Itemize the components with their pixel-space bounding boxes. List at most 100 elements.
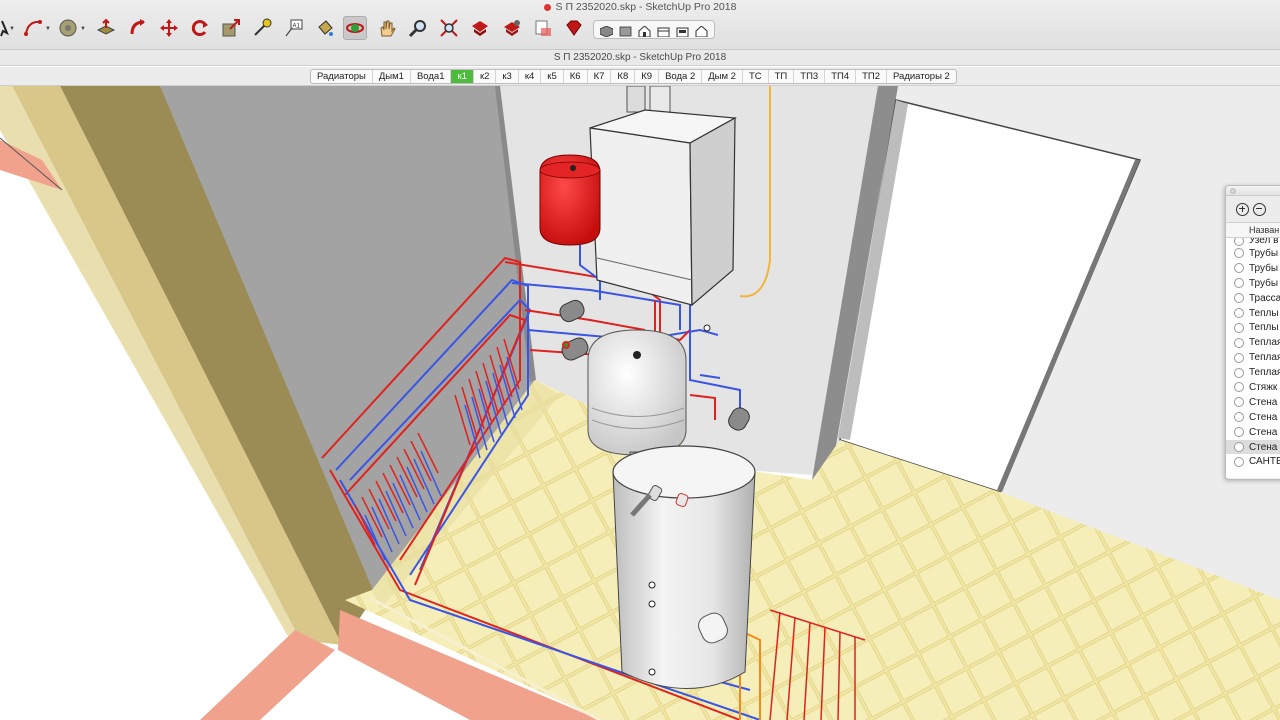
layer-row[interactable]: Трубы xyxy=(1226,246,1280,261)
layer-radio[interactable] xyxy=(1234,397,1244,408)
chevron-down-icon[interactable]: ▼ xyxy=(45,26,51,32)
red-expansion-tank[interactable] xyxy=(539,154,601,246)
remove-layer-button[interactable] xyxy=(1253,202,1266,216)
layer-row[interactable]: Стяжк xyxy=(1226,380,1280,395)
model-viewport[interactable]: Назван Узел в Трубы Трубы Трубы Трасса Теплы Т… xyxy=(0,86,1280,720)
scene-tab[interactable]: ТС xyxy=(743,70,769,83)
layer-radio[interactable] xyxy=(1234,263,1244,274)
scene-tab[interactable]: ТП2 xyxy=(856,70,888,83)
layer-row[interactable]: Трасса xyxy=(1226,291,1280,306)
scene-tab[interactable]: Вода1 xyxy=(411,70,452,83)
right-view-icon[interactable] xyxy=(657,24,670,38)
push-pull-tool-button[interactable] xyxy=(94,16,118,40)
back-view-icon[interactable] xyxy=(676,24,689,38)
layers-panel-titlebar[interactable] xyxy=(1226,186,1280,196)
scene-tab[interactable]: К8 xyxy=(611,70,636,83)
layer-row[interactable]: Теплая xyxy=(1226,365,1280,380)
layer-radio[interactable] xyxy=(1234,427,1244,438)
layer-row[interactable]: Стена xyxy=(1226,395,1280,410)
iso-view-icon[interactable] xyxy=(599,24,614,38)
scene-tab[interactable]: Дым1 xyxy=(373,70,411,83)
layer-row[interactable]: Стена xyxy=(1226,410,1280,425)
scene-tab[interactable]: к1 xyxy=(451,70,474,83)
text-tool-button[interactable]: A1 xyxy=(282,16,306,40)
extension-warehouse-button[interactable] xyxy=(500,16,524,40)
layer-row[interactable]: Стена xyxy=(1226,425,1280,440)
scene-tab[interactable]: К6 xyxy=(564,70,588,83)
app-logo-icon xyxy=(543,3,551,11)
follow-me-tool-button[interactable] xyxy=(126,16,150,40)
layer-radio[interactable] xyxy=(1234,442,1244,453)
scale-tool-button[interactable] xyxy=(219,16,243,40)
scene-tab[interactable]: К9 xyxy=(635,70,660,83)
close-icon[interactable] xyxy=(1230,188,1236,194)
layer-radio[interactable] xyxy=(1234,352,1244,363)
layer-radio[interactable] xyxy=(1234,382,1244,393)
pan-tool-button[interactable] xyxy=(375,16,399,40)
left-view-icon[interactable] xyxy=(695,24,708,38)
scene-tabs-bar: Радиаторы Дым1 Вода1 к1 к2 к3 к4 к5 К6 К7 К8 К9 Вода… xyxy=(0,67,1280,86)
layer-radio[interactable] xyxy=(1234,308,1244,318)
warehouse-button[interactable] xyxy=(468,16,492,40)
layer-name: Стена xyxy=(1249,396,1278,408)
add-layer-button[interactable] xyxy=(1236,202,1249,216)
layer-name: Стяжк xyxy=(1249,381,1278,393)
scene-tab[interactable]: Радиаторы 2 xyxy=(887,70,956,83)
front-view-icon[interactable] xyxy=(638,24,651,38)
scene-tab[interactable]: к2 xyxy=(474,70,497,83)
layer-row[interactable]: Теплы xyxy=(1226,320,1280,335)
zoom-extents-tool-button[interactable] xyxy=(437,16,461,40)
layer-row[interactable]: Стена xyxy=(1226,439,1280,455)
window-title: S П 2352020.skp - SketchUp Pro 2018 xyxy=(0,50,1280,66)
layer-name: Стена xyxy=(1249,411,1278,423)
layer-radio[interactable] xyxy=(1234,278,1244,289)
scene-tab[interactable]: к3 xyxy=(496,70,519,83)
chevron-down-icon[interactable]: ▼ xyxy=(80,26,86,32)
scene-tab[interactable]: Дым 2 xyxy=(702,70,743,83)
layer-row[interactable]: Трубы xyxy=(1226,261,1280,276)
layer-radio[interactable] xyxy=(1234,367,1244,378)
layer-radio[interactable] xyxy=(1234,337,1244,348)
layer-row[interactable]: САНТЕ xyxy=(1226,454,1280,469)
layer-radio[interactable] xyxy=(1234,412,1244,423)
zoom-tool-button[interactable] xyxy=(406,16,430,40)
layer-radio[interactable] xyxy=(1234,293,1244,304)
scene-tab[interactable]: ТП xyxy=(769,70,795,83)
rotate-icon xyxy=(191,20,208,37)
layer-radio[interactable] xyxy=(1234,248,1244,259)
layer-radio[interactable] xyxy=(1234,456,1244,467)
layer-row[interactable]: Теплая xyxy=(1226,350,1280,365)
orbit-tool-button[interactable] xyxy=(343,16,367,40)
top-view-icon[interactable] xyxy=(619,24,632,37)
arc-tool-button[interactable] xyxy=(21,16,45,40)
rotate-tool-button[interactable] xyxy=(188,16,212,40)
chevron-down-icon[interactable]: ▼ xyxy=(9,26,15,32)
white-expansion-tank[interactable] xyxy=(587,329,687,463)
layer-radio[interactable] xyxy=(1234,322,1244,333)
tape-tool-button[interactable] xyxy=(250,16,274,40)
layer-row[interactable]: Узел в xyxy=(1226,238,1280,246)
ruby-gem-button[interactable] xyxy=(562,16,586,40)
scene-tab[interactable]: к4 xyxy=(519,70,542,83)
layers-name-column-header[interactable]: Назван xyxy=(1226,222,1280,238)
arc-icon xyxy=(24,20,42,36)
layer-row[interactable]: Теплы xyxy=(1226,306,1280,321)
layout-icon xyxy=(535,20,551,36)
layer-row[interactable]: Трубы xyxy=(1226,276,1280,291)
scene-tab[interactable]: Вода 2 xyxy=(659,70,703,83)
layer-radio[interactable] xyxy=(1234,238,1244,246)
scene-tab[interactable]: К7 xyxy=(588,70,612,83)
scene-tab[interactable]: ТП4 xyxy=(825,70,857,83)
layer-row[interactable]: Теплая xyxy=(1226,335,1280,350)
orbit-icon xyxy=(346,23,364,33)
layout-button[interactable] xyxy=(531,16,555,40)
move-tool-button[interactable] xyxy=(157,16,181,40)
tape-measure-tool-button[interactable] xyxy=(56,16,80,40)
scene-tab[interactable]: ТП3 xyxy=(794,70,826,83)
model-scene[interactable] xyxy=(0,86,1280,720)
hot-water-cylinder[interactable] xyxy=(612,445,756,689)
paint-bucket-tool-button[interactable] xyxy=(313,16,337,40)
tape-icon xyxy=(254,18,272,36)
scene-tab[interactable]: Радиаторы xyxy=(311,70,373,83)
scene-tab[interactable]: к5 xyxy=(541,70,564,83)
